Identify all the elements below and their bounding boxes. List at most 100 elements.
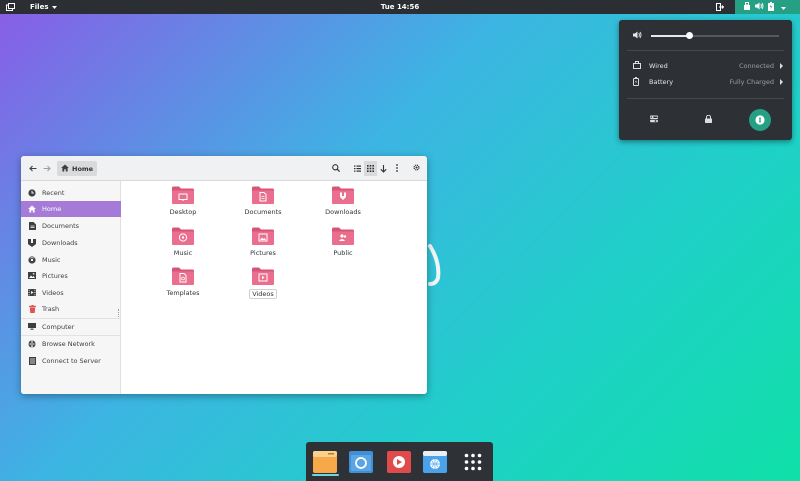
clock-icon — [28, 188, 36, 197]
wired-network-row[interactable]: Wired Connected — [633, 60, 783, 72]
sidebar-item-label: Pictures — [42, 271, 68, 280]
sidebar-item-label: Trash — [42, 304, 60, 313]
chevron-right-icon — [780, 63, 783, 69]
volume-icon — [633, 31, 642, 41]
folder-label: Public — [333, 249, 353, 257]
battery-label: Battery — [649, 78, 674, 86]
sidebar-item-label: Browse Network — [42, 339, 95, 348]
folder-label: Documents — [244, 208, 282, 216]
activities-icon[interactable] — [0, 0, 20, 14]
wired-status: Connected — [738, 62, 774, 70]
folder-label: Pictures — [250, 249, 276, 257]
sidebar-item-computer[interactable]: Computer — [21, 319, 121, 334]
battery-row[interactable]: Battery Fully Charged — [633, 76, 783, 88]
home-icon — [28, 205, 36, 213]
downloads-icon — [332, 186, 354, 204]
power-icon[interactable] — [749, 109, 771, 131]
pictures-icon — [252, 227, 274, 245]
home-icon — [61, 164, 69, 174]
network-icon — [743, 2, 751, 12]
battery-icon — [768, 1, 774, 13]
logout-icon[interactable] — [711, 0, 729, 14]
list-view-button[interactable] — [351, 161, 364, 176]
folder-documents[interactable]: Documents — [233, 186, 293, 226]
files-icon[interactable] — [312, 449, 338, 475]
volume-icon — [755, 2, 764, 12]
volume-slider[interactable] — [651, 32, 779, 39]
chevron-down-icon — [781, 3, 786, 12]
folder-music[interactable]: Music — [153, 227, 213, 267]
folder-public[interactable]: Public — [313, 227, 373, 267]
documents-icon — [252, 186, 274, 204]
sidebar-item-label: Recent — [42, 188, 65, 197]
sidebar-item-documents[interactable]: Documents — [21, 218, 121, 233]
app-menu[interactable]: Files — [30, 3, 57, 11]
dock-running-indicator — [312, 474, 339, 476]
header-bar: Home — [21, 156, 427, 181]
videos-icon — [28, 289, 36, 297]
breadcrumb-home[interactable]: Home — [57, 161, 98, 176]
volume-slider-knob[interactable] — [685, 32, 693, 39]
folder-pictures[interactable]: Pictures — [233, 227, 293, 267]
wired-network-icon — [633, 61, 641, 71]
folder-label: Music — [173, 249, 193, 257]
downloads-icon — [28, 238, 36, 247]
sidebar-item-trash[interactable]: Trash — [21, 301, 121, 316]
videos-icon — [252, 267, 274, 285]
sidebar-item-home[interactable]: Home — [21, 201, 121, 217]
settings-icon[interactable] — [646, 111, 662, 127]
chevron-right-icon — [780, 79, 783, 85]
view-switcher — [351, 161, 390, 176]
volume-row — [633, 30, 783, 42]
public-icon — [332, 227, 354, 245]
divider — [627, 50, 784, 51]
sidebar-item-connect-to-server[interactable]: Connect to Server — [21, 353, 121, 368]
music-icon — [28, 255, 36, 264]
volume-slider-fill — [651, 35, 690, 37]
lock-icon[interactable] — [700, 111, 716, 127]
browser-icon[interactable] — [348, 449, 374, 475]
sidebar-resize-handle[interactable] — [118, 309, 120, 317]
sidebar: Recent Home Documents Downloads Music Pi… — [21, 181, 121, 394]
app-menu-label: Files — [30, 3, 49, 11]
sidebar-item-label: Downloads — [42, 238, 78, 247]
web-icon[interactable] — [422, 449, 448, 475]
grid-view-button[interactable] — [364, 161, 377, 176]
app-grid-icon[interactable] — [460, 449, 486, 475]
search-button[interactable] — [329, 161, 342, 176]
sidebar-item-label: Documents — [42, 221, 80, 230]
divider — [627, 98, 784, 99]
sidebar-item-label: Computer — [42, 322, 75, 331]
folder-downloads[interactable]: Downloads — [313, 186, 373, 226]
desktop-icon — [172, 186, 194, 204]
sidebar-item-videos[interactable]: Videos — [21, 285, 121, 300]
folder-label: Desktop — [169, 208, 197, 216]
forward-button[interactable] — [41, 161, 53, 176]
sidebar-item-browse-network[interactable]: Browse Network — [21, 336, 121, 351]
back-button[interactable] — [27, 161, 39, 176]
battery-icon — [633, 76, 639, 88]
sort-button[interactable] — [377, 161, 390, 176]
folder-videos[interactable]: Videos — [233, 267, 293, 307]
kebab-menu-icon — [396, 163, 398, 174]
status-menu-button[interactable] — [735, 0, 800, 14]
close-button[interactable] — [411, 161, 421, 176]
folder-label: Videos — [249, 289, 277, 299]
folder-templates[interactable]: Templates — [153, 267, 213, 307]
sidebar-item-recent[interactable]: Recent — [21, 185, 121, 200]
sidebar-item-music[interactable]: Music — [21, 252, 121, 267]
file-grid: Desktop Documents Downloads Music Pictures Pu… — [121, 181, 427, 394]
sidebar-item-downloads[interactable]: Downloads — [21, 235, 121, 250]
folder-desktop[interactable]: Desktop — [153, 186, 213, 226]
video-player-icon[interactable] — [386, 449, 412, 475]
clock[interactable]: Tue 14:56 — [0, 3, 800, 11]
sidebar-item-pictures[interactable]: Pictures — [21, 268, 121, 283]
sidebar-item-label: Connect to Server — [42, 356, 101, 365]
templates-icon — [172, 267, 194, 285]
battery-status: Fully Charged — [729, 78, 774, 86]
wired-label: Wired — [649, 62, 668, 70]
menu-button[interactable] — [392, 161, 402, 176]
sidebar-item-label: Music — [42, 255, 61, 264]
trash-icon — [28, 304, 36, 313]
sidebar-item-label: Home — [42, 205, 62, 213]
